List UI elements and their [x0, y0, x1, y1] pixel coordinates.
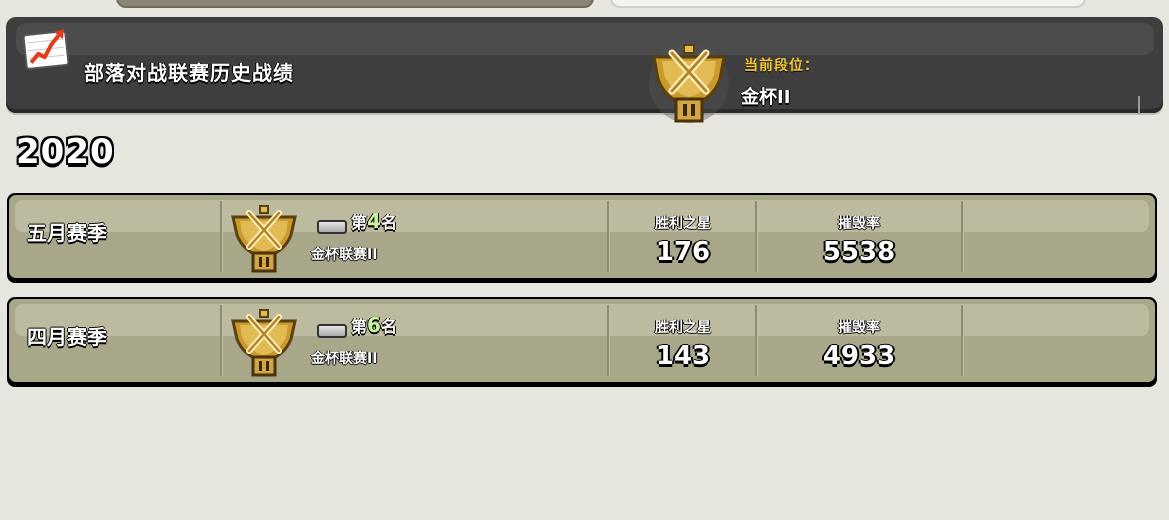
season-placement: 第6名 — [351, 313, 397, 337]
destruction-label: 摧毁率 — [838, 216, 880, 232]
stars-value: 176 — [655, 237, 711, 267]
stars-label: 胜利之星 — [655, 216, 711, 232]
destruction-value: 4933 — [822, 341, 896, 371]
season-name: 五月赛季 — [27, 221, 107, 245]
rank-pill-icon — [317, 220, 347, 234]
current-rank-value: 金杯II — [741, 87, 791, 108]
season-league: 金杯联赛II — [311, 351, 378, 367]
placement-number: 4 — [367, 209, 381, 233]
season-placement: 第4名 — [351, 209, 397, 233]
gold-trophy-icon — [649, 43, 729, 123]
gold-trophy-icon — [231, 205, 297, 273]
rank-pill-icon — [317, 324, 347, 338]
year-heading: 2020 — [16, 132, 115, 172]
gold-trophy-icon — [231, 309, 297, 377]
season-league: 金杯联赛II — [311, 247, 378, 263]
placement-number: 6 — [367, 313, 381, 337]
current-rank-label: 当前段位： — [744, 58, 819, 74]
stars-value: 143 — [655, 341, 711, 371]
stars-label: 胜利之星 — [655, 320, 711, 336]
top-tab-left[interactable] — [116, 0, 594, 8]
trend-graph-icon — [22, 29, 70, 70]
season-row[interactable]: 五月赛季 第4名 金杯联赛II 胜利之星 176 摧毁率 5538 — [7, 193, 1157, 283]
season-name: 四月赛季 — [27, 325, 107, 349]
top-tab-right[interactable] — [610, 0, 1086, 8]
league-history-header: 部落对战联赛历史战绩 当前段位： 金杯II — [6, 17, 1163, 123]
header-title: 部落对战联赛历史战绩 — [84, 61, 294, 85]
season-row[interactable]: 四月赛季 第6名 金杯联赛II 胜利之星 143 摧毁率 4933 — [7, 297, 1157, 387]
destruction-label: 摧毁率 — [838, 320, 880, 336]
destruction-value: 5538 — [822, 237, 896, 267]
